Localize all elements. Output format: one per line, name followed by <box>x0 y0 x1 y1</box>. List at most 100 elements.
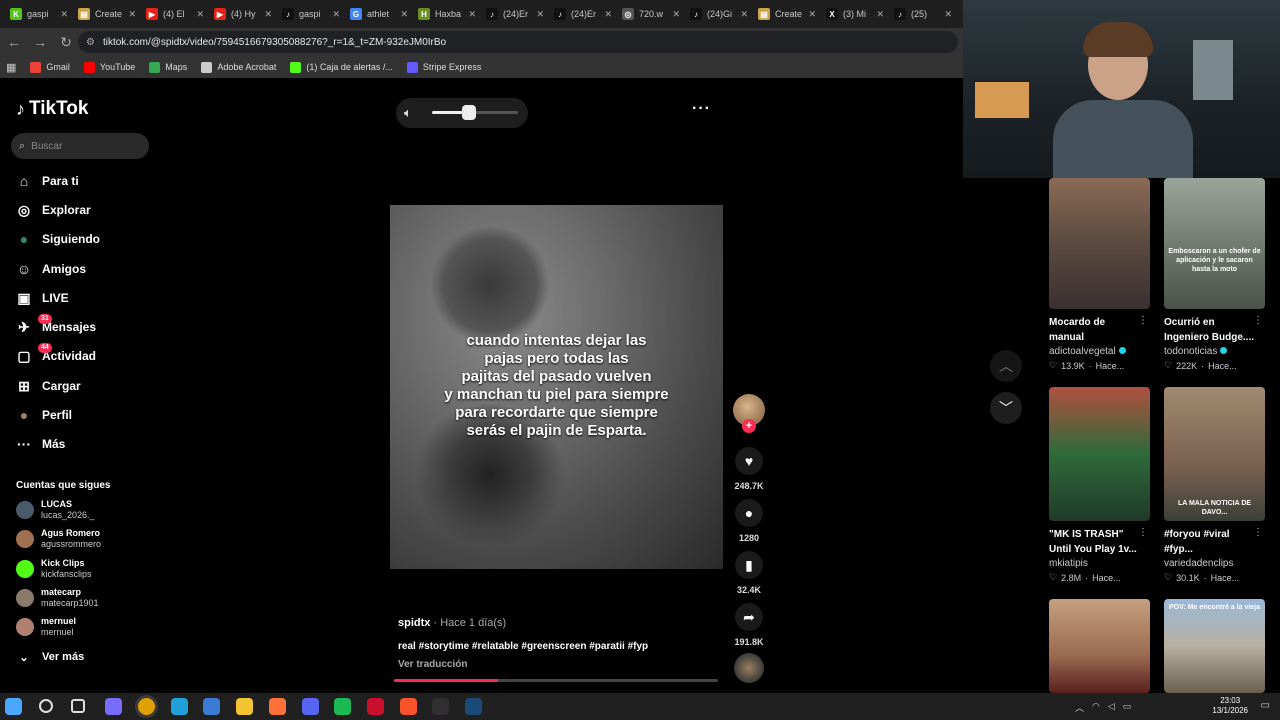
site-info-icon[interactable]: ⚙ <box>86 37 95 48</box>
volume-icon[interactable]: ◁ <box>1108 701 1115 714</box>
sidebar-item-explorar[interactable]: ◎ Explorar <box>16 200 91 220</box>
sidebar-item-cargar[interactable]: ⊞ Cargar <box>16 376 81 396</box>
battery-icon[interactable]: ▭ <box>1123 701 1132 714</box>
close-tab-icon[interactable]: ✕ <box>740 9 748 20</box>
tiktok-logo[interactable]: ♪ TikTok <box>16 98 88 120</box>
task-view-icon[interactable] <box>71 699 85 713</box>
sidebar-item-live[interactable]: ▣ LIVE <box>16 288 68 308</box>
browser-tab[interactable]: ♪ gaspi ✕ <box>276 3 344 25</box>
close-tab-icon[interactable]: ✕ <box>876 9 884 20</box>
forward-icon[interactable]: → <box>28 30 52 54</box>
video-thumbnail[interactable] <box>1049 599 1150 693</box>
explorer-icon[interactable] <box>236 698 253 715</box>
bookmark-icon[interactable]: ▮ <box>735 551 763 579</box>
card-menu-icon[interactable]: ⋮ <box>1253 527 1263 538</box>
volume-knob[interactable] <box>461 105 476 120</box>
browser-tab[interactable]: ♪ (24)Gi ✕ <box>684 3 752 25</box>
app-red-icon[interactable] <box>367 698 384 715</box>
bookmark-item[interactable]: Maps <box>149 61 187 73</box>
followed-account[interactable]: matecarp matecarp1901 <box>16 587 99 609</box>
bookmark-item[interactable]: Adobe Acrobat <box>201 61 276 73</box>
card-menu-icon[interactable]: ⋮ <box>1138 315 1148 326</box>
save-action[interactable]: ▮ 32.4K <box>734 551 764 595</box>
volume-slider[interactable] <box>432 105 518 120</box>
video-thumbnail[interactable]: POV: Me encontré a la vieja <box>1164 599 1265 693</box>
recommended-video-card[interactable] <box>1049 599 1150 693</box>
recommended-video-card[interactable]: LA MALA NOTICIA DE DAVO... #foryou #viral… <box>1164 387 1265 583</box>
author-name[interactable]: spidtx <box>398 617 430 629</box>
obs-icon[interactable] <box>432 698 449 715</box>
share-action[interactable]: ➦ 191.8K <box>734 603 764 647</box>
like-action[interactable]: ♥ 248.7K <box>734 447 764 491</box>
followed-account[interactable]: mernuel mernuel <box>16 616 76 638</box>
see-more-button[interactable]: ⌄ Ver más <box>16 647 84 667</box>
browser-tab[interactable]: ♪ (25) ✕ <box>888 3 956 25</box>
store-icon[interactable] <box>203 698 220 715</box>
bookmark-item[interactable]: Stripe Express <box>406 61 481 73</box>
firefox-icon[interactable] <box>269 698 286 715</box>
video-author[interactable]: mkiatipis <box>1049 558 1150 569</box>
browser-tab[interactable]: ▶ (4) El ✕ <box>140 3 208 25</box>
card-menu-icon[interactable]: ⋮ <box>1138 527 1148 538</box>
close-tab-icon[interactable]: ✕ <box>604 9 612 20</box>
close-tab-icon[interactable]: ✕ <box>196 9 204 20</box>
browser-tab[interactable]: X (3) Mi ✕ <box>820 3 888 25</box>
video-thumbnail[interactable] <box>1049 387 1150 521</box>
video-thumbnail[interactable]: Emboscaron a un chofer de aplicación y l… <box>1164 178 1265 309</box>
close-tab-icon[interactable]: ✕ <box>672 9 680 20</box>
brave-icon[interactable] <box>400 698 417 715</box>
search-input[interactable]: ⌕ Buscar <box>11 133 149 159</box>
notification-icon[interactable]: ▭ <box>1261 700 1270 711</box>
translate-link[interactable]: Ver traducción <box>398 659 467 670</box>
followed-account[interactable]: Agus Romero agussrommero <box>16 528 101 550</box>
recommended-video-card[interactable]: Emboscaron a un chofer de aplicación y l… <box>1164 178 1265 371</box>
video-thumbnail[interactable] <box>1049 178 1150 309</box>
reload-icon[interactable]: ↻ <box>54 30 78 54</box>
steam-icon[interactable] <box>465 698 482 715</box>
share-icon[interactable]: ➦ <box>735 603 763 631</box>
close-tab-icon[interactable]: ✕ <box>944 9 952 20</box>
sidebar-item-actividad[interactable]: ▢ 44 Actividad <box>16 343 96 366</box>
tray-chevron-icon[interactable]: ︿ <box>1075 701 1084 714</box>
speaker-icon[interactable]: 🔈︎ <box>404 105 412 121</box>
close-tab-icon[interactable]: ✕ <box>128 9 136 20</box>
video-player[interactable]: cuando intentas dejar las pajas pero tod… <box>390 205 723 569</box>
heart-icon[interactable]: ♥ <box>735 447 763 475</box>
browser-tab[interactable]: ♪ (24)Er ✕ <box>548 3 616 25</box>
close-tab-icon[interactable]: ✕ <box>60 9 68 20</box>
chrome-icon[interactable] <box>138 698 155 715</box>
close-tab-icon[interactable]: ✕ <box>264 9 272 20</box>
video-author[interactable]: spidtx · Hace 1 día(s) <box>398 617 506 629</box>
recommended-video-card[interactable]: Mocardo de manual ⋮ adictoalvegetal ♡ 13.9K ·… <box>1049 178 1150 371</box>
video-progress-bar[interactable] <box>394 679 718 682</box>
bookmark-item[interactable]: YouTube <box>83 61 135 73</box>
follow-plus-icon[interactable]: + <box>742 419 756 433</box>
close-tab-icon[interactable]: ✕ <box>468 9 476 20</box>
search-icon[interactable] <box>39 699 53 713</box>
recommended-video-card[interactable]: POV: Me encontré a la vieja <box>1164 599 1265 693</box>
video-title[interactable]: "MK IS TRASH" Until You Play 1v... <box>1049 527 1139 557</box>
wifi-icon[interactable]: ◠ <box>1092 701 1100 714</box>
browser-tab[interactable]: ▤ Create ✕ <box>72 3 140 25</box>
video-author[interactable]: adictoalvegetal <box>1049 346 1150 357</box>
bookmark-item[interactable]: Gmail <box>30 61 70 73</box>
followed-account[interactable]: LUCAS lucas_2026._ <box>16 499 95 521</box>
next-video-button[interactable]: ﹀ <box>990 392 1022 424</box>
video-title[interactable]: Mocardo de manual <box>1049 315 1139 345</box>
previous-video-button[interactable]: ︿ <box>990 350 1022 382</box>
video-title[interactable]: Ocurrió en Ingeniero Budge.... <box>1164 315 1254 345</box>
video-title[interactable]: #foryou #viral #fyp... <box>1164 527 1254 557</box>
volume-control[interactable]: 🔈︎ <box>396 98 528 128</box>
browser-tab[interactable]: ▤ Create ✕ <box>752 3 820 25</box>
comment-action[interactable]: ● 1280 <box>734 499 764 543</box>
video-description[interactable]: real #storytime #relatable #greenscreen … <box>398 641 648 652</box>
spotify-icon[interactable] <box>334 698 351 715</box>
url-input[interactable]: ⚙ tiktok.com/@spidtx/video/7594516679305… <box>78 31 958 53</box>
browser-tab[interactable]: Kgaspi ✕ <box>4 3 72 25</box>
browser-tab[interactable]: ▶ (4) Hy ✕ <box>208 3 276 25</box>
video-thumbnail[interactable]: LA MALA NOTICIA DE DAVO... <box>1164 387 1265 521</box>
comment-icon[interactable]: ● <box>735 499 763 527</box>
apps-grid-icon[interactable]: ▦ <box>6 61 16 74</box>
sidebar-item-mensajes[interactable]: ✈ 31 Mensajes <box>16 314 96 337</box>
card-menu-icon[interactable]: ⋮ <box>1253 315 1263 326</box>
